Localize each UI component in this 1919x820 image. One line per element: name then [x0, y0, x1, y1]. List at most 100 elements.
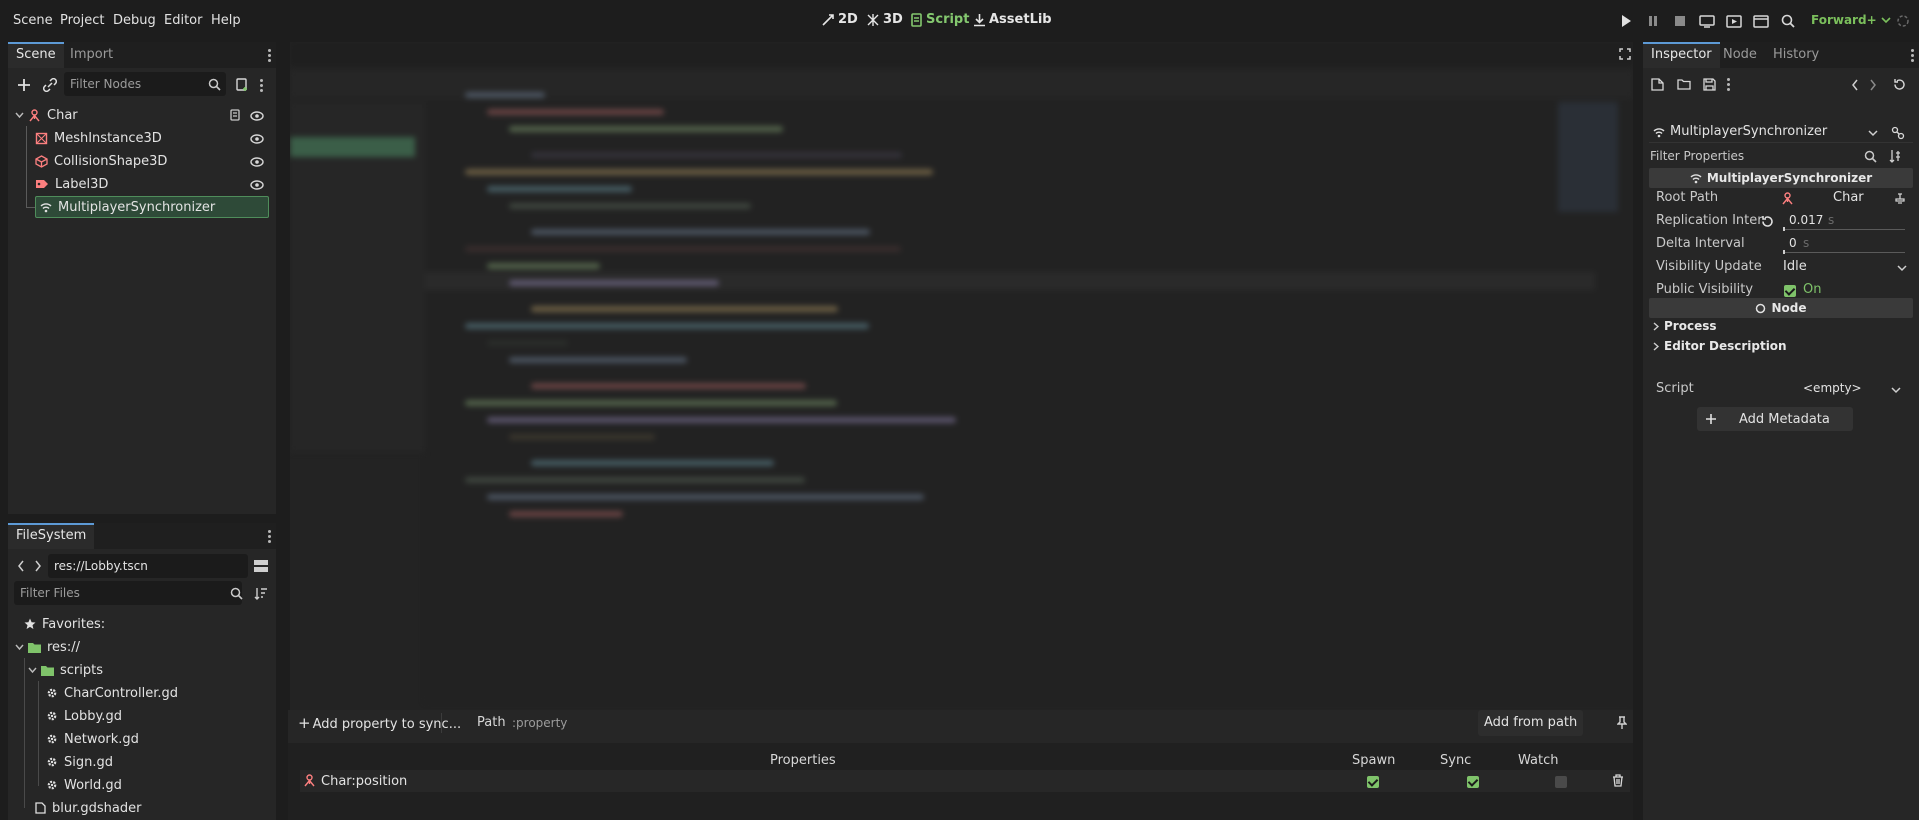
workspace-assetlib-button[interactable]: AssetLib	[973, 12, 1052, 27]
tab-filesystem[interactable]: FileSystem	[8, 523, 95, 549]
slider-grabber[interactable]	[1783, 250, 1785, 254]
remote-debug-icon[interactable]	[1699, 13, 1715, 29]
tree-node-label3d[interactable]: Label3D	[35, 173, 265, 195]
property-options-icon[interactable]	[1889, 149, 1903, 163]
edit-path-icon[interactable]	[1895, 193, 1905, 204]
filter-nodes-input[interactable]: Filter Nodes	[64, 72, 226, 96]
filesystem-dock-menu-icon[interactable]	[268, 530, 272, 544]
pause-icon[interactable]	[1645, 13, 1661, 29]
menu-project[interactable]: Project	[60, 13, 104, 28]
stop-icon[interactable]	[1672, 13, 1688, 29]
pin-icon[interactable]	[1617, 716, 1627, 730]
file-label: CharController.gd	[64, 685, 179, 701]
workspace-3d-button[interactable]: 3D	[866, 12, 903, 27]
file-item[interactable]: Sign.gd	[46, 751, 113, 773]
folder-res-root[interactable]: res://	[15, 636, 80, 658]
property-visibility-update-mode[interactable]: Visibility Update M... Idle	[1643, 255, 1919, 279]
tab-scene[interactable]: Scene	[8, 42, 64, 68]
tab-node[interactable]: Node	[1715, 42, 1765, 68]
property-replication-interval[interactable]: Replication Inter... 0.017 s	[1643, 209, 1919, 233]
collapse-arrow-icon[interactable]	[15, 643, 24, 652]
menu-debug[interactable]: Debug	[113, 13, 156, 28]
spawn-checkbox[interactable]	[1367, 776, 1379, 788]
script-icon[interactable]	[230, 109, 241, 121]
property-root-path[interactable]: Root Path Char	[1643, 186, 1919, 210]
play-scene-icon[interactable]	[1726, 13, 1742, 29]
visibility-eye-icon[interactable]	[250, 157, 264, 167]
trash-icon[interactable]	[1612, 774, 1624, 787]
public-visibility-checkbox[interactable]	[1784, 285, 1796, 297]
favorites-row[interactable]: Favorites:	[24, 613, 105, 635]
table-row[interactable]	[300, 770, 1630, 792]
node-settings-icon[interactable]	[1891, 126, 1905, 140]
scene-tree-options-icon[interactable]	[260, 79, 264, 93]
tree-node-multiplayersynchronizer[interactable]: MultiplayerSynchronizer	[35, 196, 269, 218]
property-delta-interval[interactable]: Delta Interval 0 s	[1643, 232, 1919, 256]
toggle-split-view-icon[interactable]	[254, 560, 268, 572]
attach-script-icon[interactable]	[236, 78, 250, 92]
instance-scene-icon[interactable]	[43, 78, 57, 92]
workspace-script-button[interactable]: Script	[911, 12, 969, 27]
fullscreen-icon[interactable]	[1619, 48, 1631, 60]
column-header-sync: Sync	[1440, 753, 1472, 768]
filesystem-path-input[interactable]: res://Lobby.tscn	[48, 554, 248, 578]
menu-help[interactable]: Help	[211, 13, 241, 28]
chevron-down-icon[interactable]	[1891, 386, 1901, 394]
section-node[interactable]: Node	[1649, 298, 1913, 318]
blurred-code-line	[487, 417, 956, 423]
inspector-menu-icon[interactable]	[1911, 49, 1915, 63]
tab-history[interactable]: History	[1765, 42, 1827, 68]
visibility-eye-icon[interactable]	[250, 180, 264, 190]
back-arrow-icon[interactable]	[17, 560, 25, 572]
file-item[interactable]: World.gd	[46, 774, 122, 796]
menu-scene[interactable]: Scene	[13, 13, 53, 28]
tab-import[interactable]: Import	[62, 42, 121, 68]
menu-editor[interactable]: Editor	[164, 13, 202, 28]
search-icon	[230, 587, 243, 600]
renderer-selector[interactable]: Forward+	[1811, 13, 1891, 27]
play-icon[interactable]	[1618, 13, 1634, 29]
visibility-mode-value[interactable]: Idle	[1783, 259, 1807, 274]
watch-checkbox[interactable]	[1555, 776, 1567, 788]
section-multiplayersynchronizer[interactable]: MultiplayerSynchronizer	[1649, 168, 1913, 188]
movie-maker-icon[interactable]	[1780, 13, 1796, 29]
filter-files-input[interactable]: Filter Files	[14, 581, 242, 605]
file-item[interactable]: CharController.gd	[46, 682, 178, 704]
collapse-arrow-icon[interactable]	[15, 111, 24, 120]
add-node-icon[interactable]	[17, 78, 31, 92]
tree-node-meshinstance3d[interactable]: MeshInstance3D	[35, 127, 265, 149]
group-process[interactable]: Process	[1653, 319, 1717, 333]
file-item[interactable]: Lobby.gd	[46, 705, 122, 727]
sort-icon[interactable]	[254, 587, 268, 600]
replication-slider[interactable]	[1783, 229, 1905, 230]
group-label: Process	[1664, 319, 1717, 333]
collapse-arrow-icon[interactable]	[28, 666, 37, 675]
add-from-path-button[interactable]: Add from path	[1478, 710, 1584, 736]
workspace-2d-button[interactable]: 2D	[821, 12, 858, 27]
file-item[interactable]: Network.gd	[46, 728, 139, 750]
play-custom-scene-icon[interactable]	[1753, 13, 1769, 29]
sync-checkbox[interactable]	[1467, 776, 1479, 788]
property-script[interactable]: Script <empty>	[1643, 377, 1919, 401]
forward-arrow-icon[interactable]	[34, 560, 42, 572]
folder-scripts[interactable]: scripts	[28, 659, 103, 681]
visibility-eye-icon[interactable]	[250, 134, 264, 144]
object-selector[interactable]	[1649, 82, 1913, 104]
blurred-code-line	[487, 263, 600, 269]
visibility-eye-icon[interactable]	[250, 111, 264, 121]
scene-dock-menu-icon[interactable]	[268, 49, 272, 63]
script-value[interactable]: <empty>	[1803, 381, 1862, 395]
tab-inspector[interactable]: Inspector	[1643, 42, 1720, 68]
tree-node-collisionshape3d[interactable]: CollisionShape3D	[35, 150, 265, 172]
property-path-input[interactable]: :property	[506, 711, 1300, 735]
chevron-down-icon[interactable]	[1868, 129, 1878, 137]
slider-grabber[interactable]	[1783, 227, 1785, 231]
filter-properties-input[interactable]: Filter Properties	[1643, 144, 1867, 168]
delta-slider[interactable]	[1783, 252, 1905, 253]
file-item[interactable]: blur.gdshader	[35, 797, 141, 819]
add-metadata-button[interactable]: Add Metadata	[1697, 407, 1853, 431]
revert-icon[interactable]	[1761, 215, 1774, 228]
group-editor-description[interactable]: Editor Description	[1653, 339, 1787, 353]
chevron-down-icon[interactable]	[1897, 264, 1907, 272]
property-label: Script	[1656, 381, 1694, 396]
